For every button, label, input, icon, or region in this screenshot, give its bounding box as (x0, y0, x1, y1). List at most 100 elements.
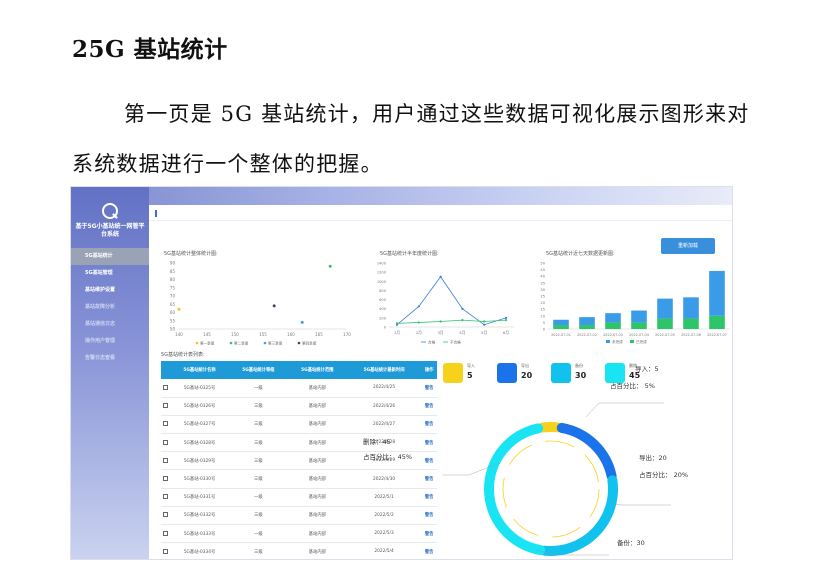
scatter-y-tick: 60 (170, 310, 176, 315)
scatter-x-tick: 150 (231, 332, 239, 337)
scatter-x-tick: 170 (343, 332, 351, 337)
row-action-link[interactable]: 警告 (421, 397, 437, 416)
row-checkbox-cell (161, 451, 171, 471)
table-cell: 5G基站-0325号 (170, 379, 229, 398)
line-y-tick: 600 (379, 298, 387, 302)
row-action-link[interactable]: 警告 (421, 415, 437, 435)
scatter-y-tick: 55 (170, 318, 176, 323)
sidebar-item-3[interactable]: 基站故障分析 (71, 299, 149, 316)
table-cell: 2022/5/4 (346, 542, 422, 559)
bar-x-tick: 2022-07-04 (629, 333, 649, 337)
sidebar-item-2[interactable]: 基站维护设置 (71, 282, 149, 299)
scatter-chart: 90 85 80 75 70 65 60 55 50140 145 150 155 160 165 170 第… (170, 261, 351, 346)
row-checkbox[interactable] (163, 457, 169, 463)
scatter-legend-label: 第四季度 (302, 341, 317, 346)
app-title: 基于5G小基站统一网管平台系统 (75, 223, 145, 238)
top-bar (149, 205, 732, 221)
row-checkbox[interactable] (163, 494, 169, 500)
refresh-button[interactable]: 重新加载 (661, 238, 715, 254)
line-point (417, 305, 420, 308)
line-point (439, 320, 442, 323)
table-title: 5G基站统计表列表: (161, 352, 205, 358)
table-header-4: 5G基站统计最新时间 (346, 361, 422, 379)
doc-paragraph-1: 第一页是 5G 基站统计，用户通过这些数据可视化展示图形来对 (124, 102, 750, 126)
line-x-tick: 3月 (437, 330, 443, 335)
main-panel: 重新加载 5G基站统计整体统计图: 90 85 80 75 70 65 60 55 50 140 1… (149, 205, 732, 559)
bar-legend-marker (606, 340, 610, 343)
bar-legend-label: 未完成 (612, 339, 623, 344)
app-screenshot: 基于5G小基站统一网管平台系统 5G基站统计 5G基站管理 基站维护设置 基站故障分析… (70, 186, 733, 560)
table-row: 5G基站-0325号 一级 基站内部 2022/4/25 警告 (161, 379, 437, 398)
leader-line-export (610, 502, 671, 506)
table-cell: 2022/4/26 (346, 397, 422, 416)
donut-label-name: 导出：20 (639, 454, 667, 462)
row-checkbox-cell (161, 469, 171, 489)
sidebar-item-1[interactable]: 5G基站管理 (71, 265, 149, 282)
bar-x-tick: 2022-07-02 (577, 333, 597, 337)
bar-y-tick: 20 (540, 301, 545, 305)
row-checkbox[interactable] (163, 384, 169, 390)
doc-paragraph-2: 系统数据进行一个整体的把握。 (72, 152, 383, 176)
line-point (395, 322, 399, 325)
scatter-point (177, 307, 181, 311)
bar-x-tick: 2022-07-03 (603, 333, 623, 337)
scatter-y-tick: 80 (170, 277, 176, 282)
row-checkbox[interactable] (163, 403, 169, 409)
row-checkbox-cell (161, 397, 171, 416)
scatter-legend-marker (263, 341, 267, 345)
donut-label-percent: 占百分比： 5% (610, 382, 655, 390)
sidebar-item-0[interactable]: 5G基站统计 (71, 248, 149, 265)
row-action-link[interactable]: 警告 (421, 524, 437, 544)
bar-y-tick: 50 (540, 262, 545, 266)
bar-y-tick: 30 (540, 288, 545, 292)
table-cell: 基站内部 (287, 451, 347, 471)
row-checkbox[interactable] (163, 548, 169, 554)
sidebar-item-4[interactable]: 基站通信日志 (71, 316, 149, 333)
kpi-color-tile (497, 363, 517, 383)
row-action-link[interactable]: 警告 (421, 469, 437, 489)
row-action-link[interactable]: 警告 (421, 542, 437, 559)
bar-segment (657, 298, 673, 319)
table-cell: 5G基站-0327号 (170, 415, 229, 435)
line-chart: 1400 1200 1000 800 600 400 200 0 1月 2月 3月 4月 5月 6月合格 不… (377, 262, 514, 345)
row-checkbox-cell (161, 542, 171, 559)
scatter-point (272, 304, 276, 308)
bar-segment (657, 318, 673, 329)
row-checkbox[interactable] (163, 512, 169, 518)
row-action-link[interactable]: 警告 (421, 488, 437, 507)
table-cell: 基站内部 (287, 397, 347, 416)
kpi-label: 备份 (575, 363, 583, 368)
table-cell: 基站内部 (287, 488, 347, 507)
sidebar: 基于5G小基站统一网管平台系统 5G基站统计 5G基站管理 基站维护设置 基站故障分析… (71, 187, 149, 559)
table-cell: 三级 (229, 542, 288, 559)
row-action-link[interactable]: 警告 (421, 506, 437, 526)
bar-segment (553, 325, 569, 329)
line-point (504, 316, 508, 319)
sidebar-item-6[interactable]: 告警日志查看 (71, 350, 149, 367)
line-point (461, 307, 464, 310)
row-action-link[interactable]: 警告 (421, 379, 437, 398)
table-header-1: 5G基站统计名称 (170, 361, 229, 379)
table-cell: 2022/5/1 (346, 488, 422, 507)
row-action-link[interactable]: 警告 (421, 451, 437, 471)
leader-line-import (585, 402, 664, 418)
row-checkbox[interactable] (163, 421, 169, 427)
row-checkbox-cell (161, 524, 171, 544)
row-action-link[interactable]: 警告 (421, 433, 437, 453)
table-header-3: 5G基站统计范围 (287, 361, 347, 379)
line-y-tick: 400 (379, 307, 387, 311)
scatter-legend-label: 第一季度 (200, 341, 215, 346)
scatter-y-tick: 50 (170, 327, 176, 332)
row-checkbox[interactable] (163, 476, 169, 482)
row-checkbox[interactable] (163, 530, 169, 536)
scatter-x-tick: 155 (259, 332, 267, 337)
bar-x-tick: 2022-07-01 (551, 333, 571, 337)
row-checkbox-cell (161, 379, 171, 398)
line-y-tick: 1400 (377, 262, 387, 266)
bar-segment (553, 319, 569, 326)
line-x-tick: 6月 (503, 330, 509, 335)
scatter-y-tick: 85 (170, 269, 176, 274)
sidebar-item-5[interactable]: 操作用户管理 (71, 333, 149, 350)
table-cell: 基站内部 (287, 469, 347, 489)
row-checkbox[interactable] (163, 439, 169, 445)
